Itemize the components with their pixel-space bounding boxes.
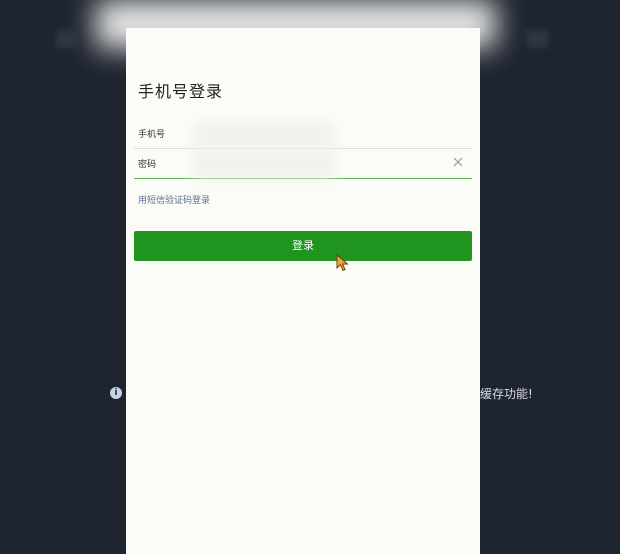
sms-login-link[interactable]: 用短信验证码登录 (138, 193, 210, 206)
close-icon[interactable] (452, 156, 464, 168)
password-label: 密码 (138, 160, 157, 170)
password-value-redacted (194, 152, 334, 178)
phone-value-redacted (194, 122, 334, 148)
login-panel: 手机号登录 手机号 密码 用短信验证码登录 登录 (126, 28, 480, 554)
back-icon (56, 30, 78, 48)
info-icon: i (110, 387, 122, 399)
phone-field[interactable]: 手机号 (134, 120, 472, 149)
login-button[interactable]: 登录 (134, 231, 472, 261)
background-notice-text: 缓存功能! (480, 387, 533, 401)
phone-label: 手机号 (138, 130, 166, 140)
page-title: 手机号登录 (138, 82, 224, 101)
menu-icon (526, 30, 548, 48)
mouse-cursor-icon (336, 254, 349, 272)
password-field[interactable]: 密码 (134, 150, 472, 179)
